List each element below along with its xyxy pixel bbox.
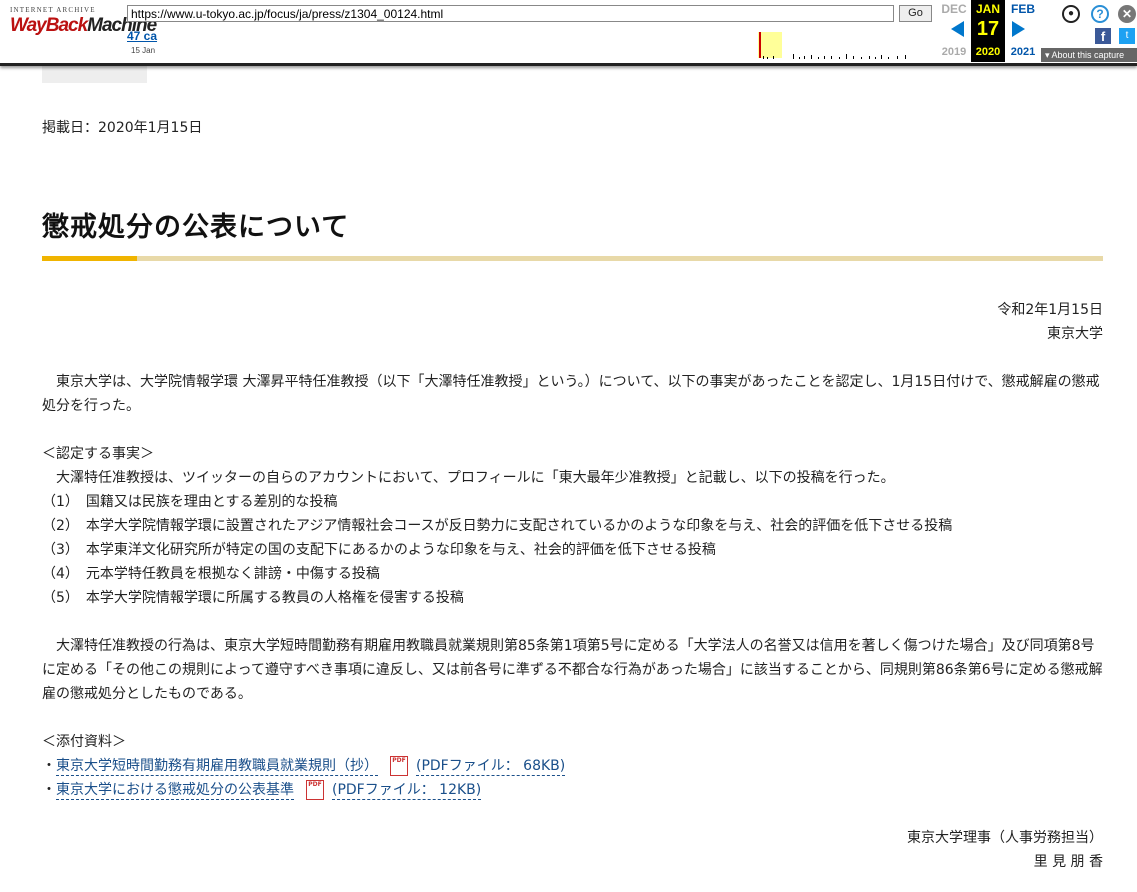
close-icon[interactable]: ✕: [1118, 5, 1136, 23]
fact-item: （3） 本学東洋文化研究所が特定の国の支配下にあるかのような印象を与え、社会的評…: [42, 542, 716, 558]
wayback-next-year[interactable]: 2021: [1006, 46, 1040, 58]
twitter-icon[interactable]: t: [1119, 28, 1135, 44]
user-icon[interactable]: ●: [1062, 5, 1080, 23]
sparkline-current-marker: [759, 32, 761, 58]
about-capture-label: About this capture: [1051, 50, 1125, 60]
page-title: 懲戒処分の公表について: [42, 212, 350, 243]
article-body: 令和2年1月15日 東京大学 東京大学は、大学院情報学環 大澤昇平特任准教授（以…: [42, 298, 1103, 874]
wayback-current-day: 17: [976, 18, 1000, 40]
signature-name: 里 見 朋 香: [1033, 854, 1103, 870]
wayback-prev-month[interactable]: DEC: [937, 2, 971, 16]
wayback-captures-link[interactable]: 47 ca: [127, 29, 157, 43]
facts-heading: ＜認定する事実＞: [42, 446, 154, 462]
attachment-link-disclosure-standard[interactable]: 東京大学における懲戒処分の公表基準: [56, 781, 294, 800]
title-underline-accent: [42, 256, 137, 261]
attachment-bullet: ・: [42, 782, 56, 798]
wayback-captures-date: 15 Jan: [131, 46, 156, 55]
fact-item: （5） 本学大学院情報学環に所属する教員の人格権を侵害する投稿: [42, 590, 464, 606]
wayback-next-month[interactable]: FEB: [1006, 2, 1040, 16]
issuer: 東京大学: [1047, 326, 1103, 342]
help-icon[interactable]: ?: [1091, 5, 1109, 23]
sparkline-highlight: [758, 32, 782, 58]
wayback-prev-year[interactable]: 2019: [937, 46, 971, 58]
signature-title: 東京大学理事（人事労務担当）: [907, 830, 1103, 846]
attachment-item: ・ 東京大学における懲戒処分の公表基準 (PDFファイル： 12KB): [42, 773, 1103, 802]
wayback-logo[interactable]: INTERNET ARCHIVE WayBackMachine: [10, 6, 157, 46]
title-underline: [42, 256, 1103, 261]
wayback-logo-top: INTERNET ARCHIVE: [10, 6, 96, 14]
wayback-go-button[interactable]: Go: [899, 5, 932, 22]
attachment-link-work-rules[interactable]: 東京大学短時間勤務有期雇用教職員就業規則（抄）: [56, 757, 378, 776]
attachments-heading: ＜添付資料＞: [42, 734, 126, 750]
wayback-logo-main-a: WayBack: [10, 15, 88, 36]
wayback-toolbar: INTERNET ARCHIVE WayBackMachine https://…: [0, 0, 1137, 66]
fact-item: （4） 元本学特任教員を根拠なく誹謗・中傷する投稿: [42, 566, 380, 582]
post-date: 掲載日：2020年1月15日: [42, 120, 203, 136]
attachment-bullet: ・: [42, 758, 56, 774]
fact-item: （2） 本学大学院情報学環に設置されたアジア情報社会コースが反日勢力に支配されて…: [42, 518, 953, 534]
facebook-icon[interactable]: f: [1095, 28, 1111, 44]
wayback-logo-main: WayBackMachine: [10, 15, 157, 37]
intro-paragraph: 東京大学は、大学院情報学環 大澤昇平特任准教授（以下「大澤特任准教授」という。）…: [42, 374, 1100, 414]
about-capture-button[interactable]: ▾ About this capture: [1041, 48, 1137, 62]
attachment-item: ・ 東京大学短時間勤務有期雇用教職員就業規則（抄） (PDFファイル： 68KB…: [42, 749, 1103, 778]
fact-item: （1） 国籍又は民族を理由とする差別的な投稿: [42, 494, 338, 510]
pdf-icon[interactable]: [306, 773, 324, 800]
attachment-file-info[interactable]: (PDFファイル： 12KB): [332, 781, 482, 800]
attachment-file-info[interactable]: (PDFファイル： 68KB): [416, 757, 566, 776]
conclusion-paragraph: 大澤特任准教授の行為は、東京大学短時間勤務有期雇用教職員就業規則第85条第1項第…: [42, 638, 1103, 702]
wayback-next-arrow-icon[interactable]: [1012, 21, 1025, 37]
sparkline-bars: [763, 54, 906, 59]
pdf-icon[interactable]: [390, 749, 408, 776]
wayback-url-input[interactable]: https://www.u-tokyo.ac.jp/focus/ja/press…: [127, 5, 894, 22]
issue-date: 令和2年1月15日: [997, 302, 1103, 318]
wayback-prev-arrow-icon[interactable]: [951, 21, 964, 37]
facts-intro: 大澤特任准教授は、ツイッターの自らのアカウントにおいて、プロフィールに「東大最年…: [42, 470, 895, 486]
wayback-current-year: 2020: [975, 46, 1001, 58]
wayback-capture-sparkline[interactable]: [163, 30, 934, 60]
